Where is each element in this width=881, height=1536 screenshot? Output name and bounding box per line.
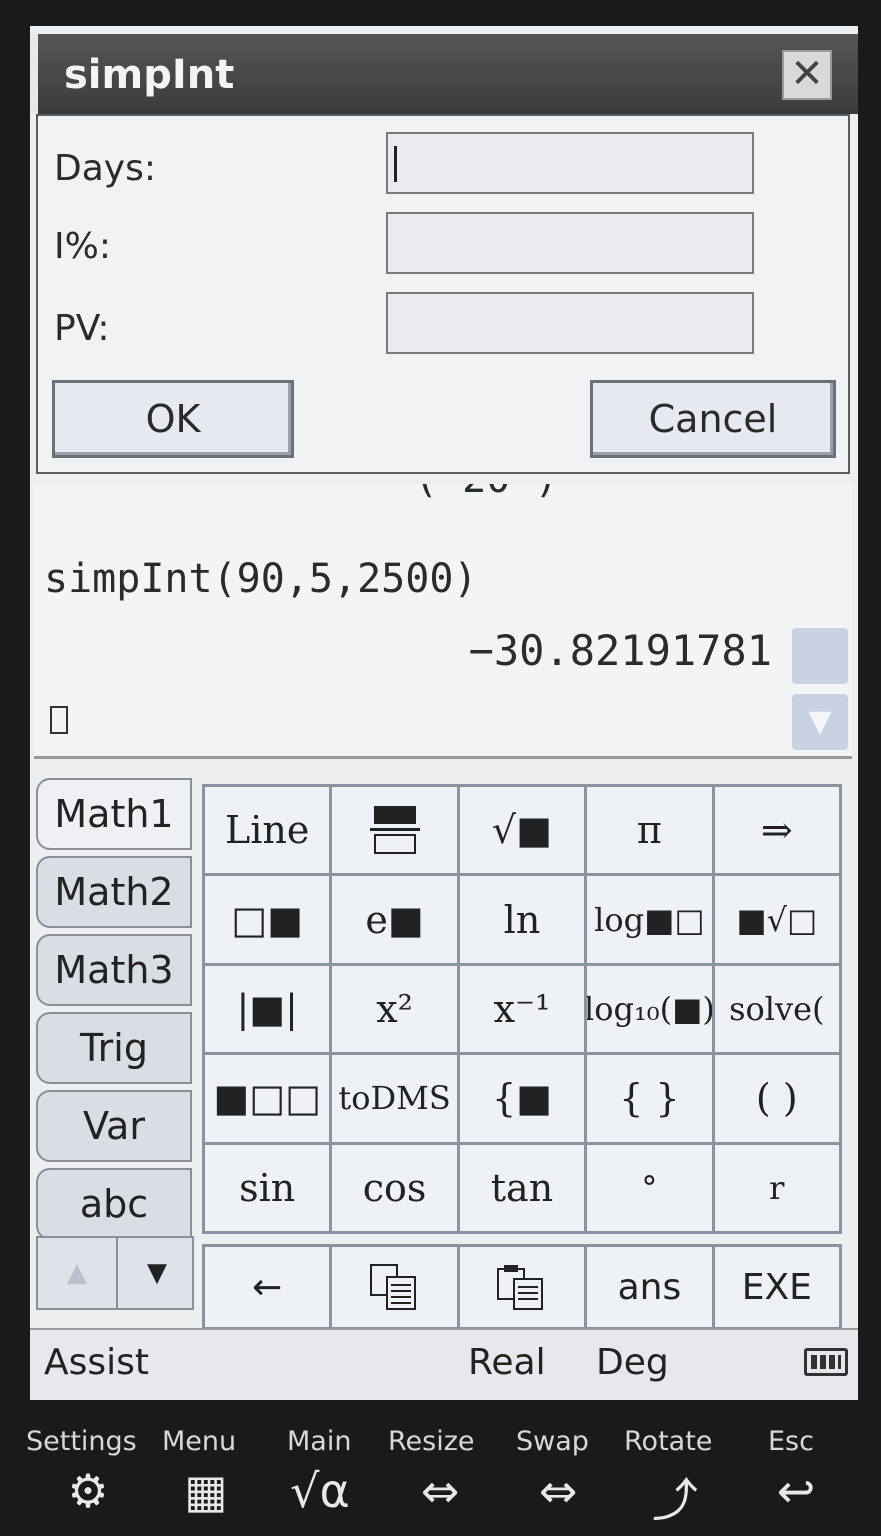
- hw-label-settings: Settings: [26, 1426, 137, 1457]
- tab-scroll-up-button[interactable]: ▲: [38, 1238, 118, 1308]
- key-fraction[interactable]: [332, 787, 457, 874]
- copy-button[interactable]: [332, 1247, 457, 1327]
- key-tan[interactable]: tan: [459, 1144, 585, 1231]
- scroll-down-button[interactable]: ▼: [792, 694, 848, 750]
- key-degree[interactable]: °: [587, 1144, 712, 1231]
- hw-label-main: Main: [287, 1426, 352, 1457]
- pv-field[interactable]: [386, 292, 754, 354]
- soft-keyboard: Math1 Math2 Math3 Trig Var abc ▲ ▼ Line …: [30, 770, 858, 1330]
- key-cos[interactable]: cos: [332, 1144, 457, 1231]
- tab-var[interactable]: Var: [36, 1090, 192, 1162]
- key-log10[interactable]: log₁₀(■): [587, 965, 712, 1053]
- key-ln[interactable]: ln: [459, 876, 585, 963]
- tab-math1[interactable]: Math1: [36, 778, 192, 850]
- title-accent: [30, 34, 38, 114]
- key-square[interactable]: x²: [332, 965, 457, 1053]
- key-parens[interactable]: ( ): [714, 1055, 839, 1142]
- hw-label-resize: Resize: [388, 1426, 475, 1457]
- exe-button[interactable]: EXE: [714, 1247, 839, 1327]
- swap-icon[interactable]: ⇔: [520, 1464, 596, 1524]
- key-implies[interactable]: ⇒: [714, 787, 839, 874]
- key-log-base[interactable]: log■□: [587, 876, 712, 963]
- tab-math2[interactable]: Math2: [36, 856, 192, 928]
- dialog-title: simpInt: [64, 52, 235, 98]
- arrow-left-icon: ←: [252, 1266, 283, 1308]
- esc-return-icon[interactable]: ↩: [766, 1464, 826, 1524]
- key-sqrt[interactable]: √■: [459, 787, 585, 874]
- fraction-icon: [369, 806, 420, 855]
- main-sqrt-alpha-icon[interactable]: √α: [280, 1464, 360, 1524]
- rotate-icon[interactable]: ⤴: [640, 1464, 710, 1527]
- dialog-body: Days: I%: PV: OK Cancel: [36, 114, 850, 474]
- hw-label-rotate: Rotate: [624, 1426, 713, 1457]
- backspace-button[interactable]: ←: [205, 1247, 330, 1327]
- history-area[interactable]: ( 20 ) simpInt(90,5,2500) −30.82191781 ▼: [34, 484, 852, 759]
- days-label: Days:: [54, 148, 156, 189]
- gear-icon[interactable]: ⚙: [58, 1464, 118, 1524]
- hw-label-esc: Esc: [768, 1426, 814, 1457]
- history-result[interactable]: −30.82191781: [469, 626, 772, 675]
- battery-icon: [804, 1348, 848, 1376]
- scroll-up-button[interactable]: [792, 628, 848, 684]
- pv-label: PV:: [54, 308, 110, 349]
- paste-icon: [496, 1265, 543, 1310]
- menu-grid-icon[interactable]: ▦: [168, 1464, 244, 1524]
- tab-math3[interactable]: Math3: [36, 934, 192, 1006]
- resize-icon[interactable]: ⇔: [402, 1464, 478, 1524]
- tab-scroll-arrows: ▲ ▼: [36, 1236, 194, 1310]
- assist-status[interactable]: Assist: [44, 1342, 149, 1383]
- angle-mode-status[interactable]: Deg: [596, 1342, 669, 1383]
- key-radian[interactable]: r: [714, 1144, 839, 1231]
- dialog-title-bar: simpInt ✕: [30, 34, 858, 114]
- key-exp[interactable]: e■: [332, 876, 457, 963]
- key-solve[interactable]: solve(: [714, 965, 839, 1053]
- close-icon: ✕: [790, 51, 824, 97]
- interest-label: I%:: [54, 226, 111, 267]
- math1-key-grid: Line √■ π ⇒ □■ e■ ln log■□ ■√□ |■| x² x⁻…: [202, 784, 842, 1234]
- tab-trig[interactable]: Trig: [36, 1012, 192, 1084]
- interest-field[interactable]: [386, 212, 754, 274]
- real-mode-status[interactable]: Real: [468, 1342, 546, 1383]
- paste-button[interactable]: [459, 1247, 585, 1327]
- key-pi[interactable]: π: [587, 787, 712, 874]
- key-nth-root[interactable]: ■√□: [714, 876, 839, 963]
- hw-label-menu: Menu: [162, 1426, 237, 1457]
- ans-button[interactable]: ans: [587, 1247, 712, 1327]
- ok-button[interactable]: OK: [52, 380, 294, 458]
- history-input-line[interactable]: simpInt(90,5,2500): [44, 556, 477, 602]
- input-cursor[interactable]: [50, 706, 68, 734]
- key-line[interactable]: Line: [205, 787, 330, 874]
- key-abs[interactable]: |■|: [205, 965, 330, 1053]
- days-field[interactable]: [386, 132, 754, 194]
- chevron-down-icon: ▼: [808, 704, 832, 739]
- hw-label-swap: Swap: [516, 1426, 589, 1457]
- previous-output-fragment: ( 20 ): [414, 484, 559, 502]
- tab-abc[interactable]: abc: [36, 1168, 192, 1240]
- text-caret: [394, 146, 397, 182]
- key-todms[interactable]: toDMS: [332, 1055, 457, 1142]
- key-sin[interactable]: sin: [205, 1144, 330, 1231]
- key-braces[interactable]: { }: [587, 1055, 712, 1142]
- cancel-button[interactable]: Cancel: [590, 380, 836, 458]
- calculator-screen: simpInt ✕ Days: I%: PV: OK Cancel ( 20 )…: [30, 26, 858, 1400]
- close-button[interactable]: ✕: [782, 50, 832, 100]
- edit-key-row: ← ans EXE: [202, 1244, 842, 1330]
- key-power[interactable]: □■: [205, 876, 330, 963]
- status-bar: Assist Real Deg: [30, 1328, 858, 1400]
- key-dms-template[interactable]: ■□□: [205, 1055, 330, 1142]
- tab-scroll-down-button[interactable]: ▼: [118, 1238, 196, 1308]
- key-reciprocal[interactable]: x⁻¹: [459, 965, 585, 1053]
- copy-icon: [369, 1264, 416, 1310]
- key-piecewise[interactable]: {■: [459, 1055, 585, 1142]
